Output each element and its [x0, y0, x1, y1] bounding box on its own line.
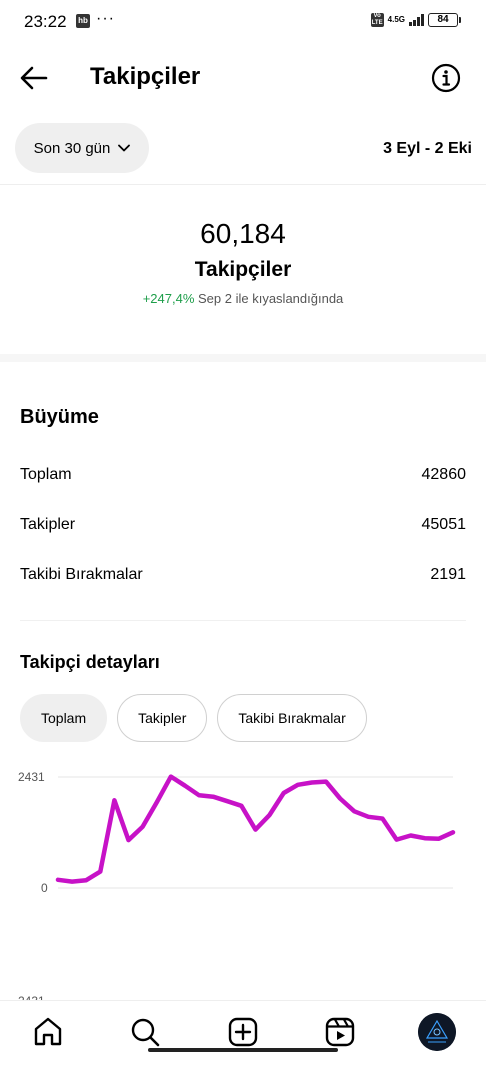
status-bar: 23:22 hb ··· Vo LTE 4.5G 84 [0, 0, 486, 44]
battery-icon: 84 [428, 13, 461, 27]
growth-row-value: 42860 [421, 466, 467, 483]
date-range-dropdown[interactable]: Son 30 gün [15, 123, 149, 173]
status-indicators: Vo LTE 4.5G 84 [370, 13, 461, 27]
bottom-nav [0, 1000, 486, 1062]
section-divider [0, 354, 486, 362]
network-type-label: 4.5G [387, 15, 405, 24]
back-arrow-icon[interactable] [18, 62, 50, 94]
info-icon[interactable] [430, 62, 462, 94]
comparison-label: Sep 2 ile kıyaslandığında [198, 291, 344, 306]
growth-row-label: Takipler [20, 516, 76, 533]
follower-count-label: Takipçiler [194, 258, 292, 281]
y-tick-label-max: 2431 [18, 770, 45, 784]
date-range-dropdown-label: Son 30 gün [33, 139, 111, 157]
series-line-0 [55, 774, 456, 884]
growth-row-value: 45051 [421, 516, 467, 533]
volte-icon: Vo LTE [370, 13, 384, 27]
reels-icon[interactable] [323, 1015, 357, 1049]
date-range-text: 3 Eyl - 2 Eki [383, 140, 472, 157]
more-notifications-icon: ··· [96, 10, 115, 27]
growth-row-label: Toplam [20, 466, 72, 483]
profile-avatar[interactable] [418, 1013, 456, 1051]
search-icon[interactable] [128, 1015, 162, 1049]
tab-follows[interactable]: Takipler [117, 694, 208, 742]
tab-unfollows[interactable]: Takibi Bırakmalar [217, 694, 367, 742]
chevron-down-icon [118, 144, 131, 152]
app-notification-icon: hb [76, 14, 90, 28]
growth-row-label: Takibi Bırakmalar [20, 566, 143, 583]
follower-chart: 243102431 [18, 770, 456, 1005]
tab-total[interactable]: Toplam [20, 694, 108, 742]
growth-row-total: Toplam 42860 [20, 466, 466, 484]
signal-icon [409, 14, 424, 26]
home-icon[interactable] [31, 1015, 65, 1049]
growth-row-value: 2191 [430, 566, 466, 583]
growth-title: Büyüme [20, 406, 99, 428]
divider [0, 184, 486, 185]
home-indicator [148, 1048, 338, 1052]
details-tabs: Toplam Takipler Takibi Bırakmalar [20, 694, 367, 742]
status-time: 23:22 [24, 12, 67, 31]
growth-row-follows: Takipler 45051 [20, 516, 466, 534]
y-tick-label-zero: 0 [41, 881, 48, 895]
comparison-text: +247,4% Sep 2 ile kıyaslandığında [0, 291, 486, 306]
follower-count: 60,184 [200, 218, 286, 249]
divider [20, 620, 466, 621]
page-title: Takipçiler [90, 63, 201, 90]
change-percentage: +247,4% [142, 291, 195, 306]
create-icon[interactable] [226, 1015, 260, 1049]
follower-details-title: Takipçi detayları [20, 652, 160, 672]
header: Takipçiler [0, 50, 486, 106]
growth-row-unfollows: Takibi Bırakmalar 2191 [20, 566, 466, 584]
